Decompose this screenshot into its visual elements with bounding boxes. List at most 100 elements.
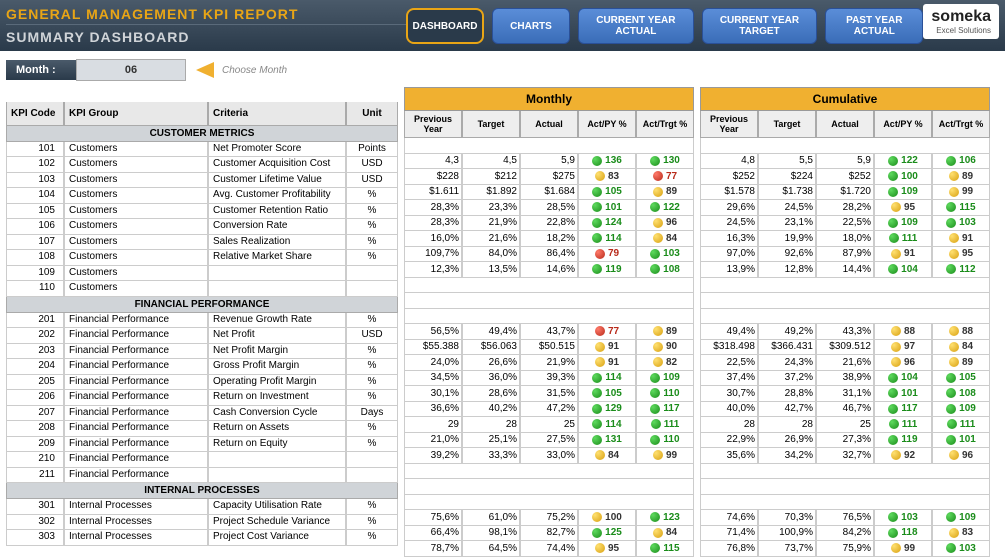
cell-actual: $252	[816, 169, 874, 185]
cell-target: 100,9%	[758, 526, 816, 542]
nav-py-actual-button[interactable]: PAST YEAR ACTUAL	[825, 8, 923, 44]
status-dot-icon	[889, 233, 899, 243]
cell-py: 36,6%	[404, 402, 462, 418]
kpi-group: Financial Performance	[64, 375, 208, 391]
cell-actual: 5,9	[520, 154, 578, 170]
cell-actual: 75,9%	[816, 541, 874, 557]
nav-dashboard-button[interactable]: DASHBOARD	[406, 8, 484, 44]
kpi-group: Financial Performance	[64, 406, 208, 422]
cell-py: 22,5%	[700, 355, 758, 371]
nav-charts-button[interactable]: CHARTS	[492, 8, 570, 44]
status-dot-icon	[891, 202, 901, 212]
kpi-code: 103	[6, 173, 64, 189]
c-col-acttrgt: Act/Trgt %	[932, 111, 990, 138]
kpi-unit: %	[346, 515, 398, 531]
status-dot-icon	[888, 171, 898, 181]
cell-actual: 43,3%	[816, 324, 874, 340]
cell-py: 97,0%	[700, 247, 758, 263]
m-col-actpy: Act/PY %	[578, 111, 636, 138]
cell-actpy: 100	[874, 169, 932, 185]
cell-py: $252	[700, 169, 758, 185]
kpi-criteria: Return on Equity	[208, 437, 346, 453]
data-row: 37,4%37,2%38,9%104105	[700, 371, 990, 387]
cell-actpy: 99	[874, 541, 932, 557]
status-dot-icon	[592, 388, 602, 398]
cell-target: 84,0%	[462, 247, 520, 263]
cell-target: 13,5%	[462, 262, 520, 278]
status-dot-icon	[946, 388, 956, 398]
kpi-group: Customers	[64, 157, 208, 173]
nav-cy-actual-button[interactable]: CURRENT YEAR ACTUAL	[578, 8, 694, 44]
cell-actual: 33,0%	[520, 448, 578, 464]
status-dot-icon	[888, 218, 898, 228]
status-dot-icon	[891, 450, 901, 460]
kpi-code: 303	[6, 530, 64, 546]
nav-cy-target-button[interactable]: CURRENT YEAR TARGET	[702, 8, 817, 44]
empty-row	[700, 293, 990, 309]
data-row: 75,6%61,0%75,2%100123	[404, 510, 694, 526]
kpi-list-header: KPI Code KPI Group Criteria Unit	[6, 102, 398, 126]
cell-actual: 18,0%	[816, 231, 874, 247]
cell-target: 49,2%	[758, 324, 816, 340]
data-row: $318.498$366.431$309.5129784	[700, 340, 990, 356]
kpi-row: 202Financial PerformanceNet ProfitUSD	[6, 328, 398, 344]
data-row: 282825111111	[700, 417, 990, 433]
cell-py: 4,3	[404, 154, 462, 170]
cell-actual: 21,6%	[816, 355, 874, 371]
empty-row	[404, 464, 694, 480]
status-dot-icon	[592, 218, 602, 228]
month-label: Month :	[6, 60, 76, 80]
status-dot-icon	[946, 435, 956, 445]
cell-target: 28	[758, 417, 816, 433]
kpi-code: 204	[6, 359, 64, 375]
cell-py: 56,5%	[404, 324, 462, 340]
cell-py: 13,9%	[700, 262, 758, 278]
cell-actpy: 109	[874, 216, 932, 232]
kpi-unit	[346, 281, 398, 297]
cell-actpy: 117	[874, 402, 932, 418]
cell-actpy: 111	[874, 417, 932, 433]
cell-acttrgt: 111	[636, 417, 694, 433]
cell-py: 37,4%	[700, 371, 758, 387]
data-row: 13,9%12,8%14,4%104112	[700, 262, 990, 278]
kpi-group: Internal Processes	[64, 515, 208, 531]
status-dot-icon	[650, 156, 660, 166]
cell-target: 34,2%	[758, 448, 816, 464]
kpi-criteria: Customer Retention Ratio	[208, 204, 346, 220]
cell-acttrgt: 103	[932, 541, 990, 557]
status-dot-icon	[650, 388, 660, 398]
cell-py: 29,6%	[700, 200, 758, 216]
status-dot-icon	[650, 404, 660, 414]
data-row: 24,0%26,6%21,9%9182	[404, 355, 694, 371]
cell-target: 98,1%	[462, 526, 520, 542]
cell-target: 23,3%	[462, 200, 520, 216]
cell-py: 30,7%	[700, 386, 758, 402]
status-dot-icon	[888, 187, 898, 197]
status-dot-icon	[592, 528, 602, 538]
data-row: 76,8%73,7%75,9%99103	[700, 541, 990, 557]
cell-py: 28,3%	[404, 216, 462, 232]
cell-actpy: 91	[874, 247, 932, 263]
status-dot-icon	[888, 264, 898, 274]
cell-actpy: 83	[578, 169, 636, 185]
cell-target: $366.431	[758, 340, 816, 356]
cell-py: 16,0%	[404, 231, 462, 247]
cell-actual: $50.515	[520, 340, 578, 356]
status-dot-icon	[946, 543, 956, 553]
month-selector[interactable]: 06	[76, 59, 186, 81]
cell-target: 21,6%	[462, 231, 520, 247]
cell-actual: 32,7%	[816, 448, 874, 464]
cell-acttrgt: 109	[932, 510, 990, 526]
kpi-code: 101	[6, 142, 64, 158]
cell-actpy: 97	[874, 340, 932, 356]
cell-target: 40,2%	[462, 402, 520, 418]
logo: someka Excel Solutions	[923, 4, 999, 39]
empty-row	[700, 464, 990, 480]
kpi-criteria: Capacity Utilisation Rate	[208, 499, 346, 515]
cell-actual: 25	[520, 417, 578, 433]
kpi-code: 301	[6, 499, 64, 515]
kpi-group: Financial Performance	[64, 437, 208, 453]
kpi-criteria: Revenue Growth Rate	[208, 313, 346, 329]
status-dot-icon	[946, 264, 956, 274]
kpi-group: Customers	[64, 188, 208, 204]
